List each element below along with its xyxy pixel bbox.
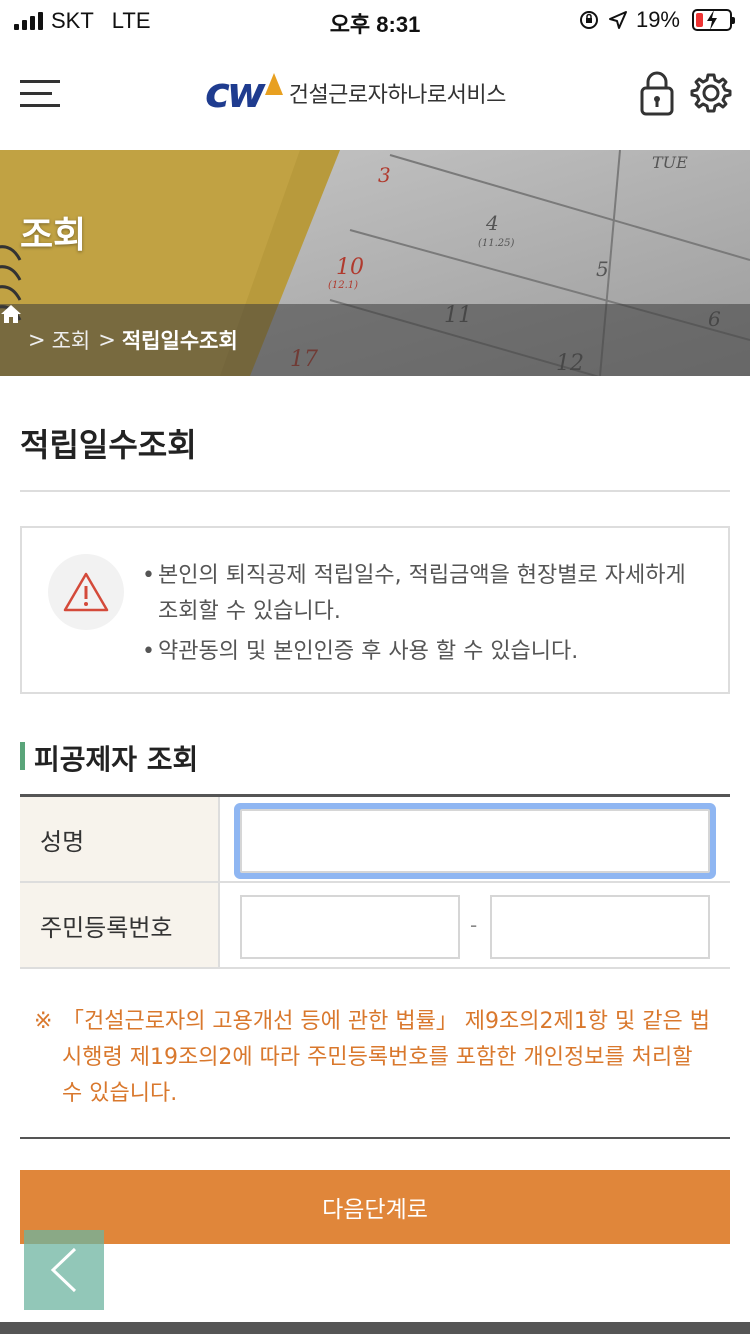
chevron-right-icon: > <box>28 328 46 352</box>
notice-box: 본인의 퇴직공제 적립일수, 적립금액을 현장별로 자세하게 조회할 수 있습니… <box>20 526 730 694</box>
svg-text:TUE: TUE <box>652 153 688 172</box>
breadcrumb-item-search[interactable]: 조회 <box>52 325 91 355</box>
form-row-name: 성명 <box>20 797 730 883</box>
menu-icon-bar <box>20 92 52 95</box>
rotation-lock-icon <box>579 11 598 29</box>
chevron-right-icon: > <box>98 328 116 352</box>
location-icon <box>608 11 627 29</box>
divider <box>20 490 730 492</box>
lock-button[interactable] <box>638 70 676 116</box>
form-row-rrn: 주민등록번호 - <box>20 883 730 969</box>
menu-icon-bar <box>20 104 60 107</box>
page-title: 적립일수조회 <box>20 426 197 464</box>
logo-accent-icon <box>264 73 283 95</box>
lock-icon <box>640 71 674 116</box>
battery-percent: 19% <box>635 7 680 32</box>
svg-text:10: 10 <box>336 255 364 280</box>
rrn-back-input[interactable] <box>490 895 710 959</box>
name-label: 성명 <box>20 797 220 881</box>
hero-title: 조회 <box>20 215 87 256</box>
menu-icon-bar <box>20 80 60 83</box>
logo-mark: cw <box>205 68 266 117</box>
svg-text:4: 4 <box>485 211 499 235</box>
battery-icon <box>692 9 735 31</box>
status-right: 19% <box>578 7 735 33</box>
lookup-form: 성명 주민등록번호 - <box>20 794 730 969</box>
home-icon[interactable] <box>0 304 22 324</box>
legal-notice-text: 「건설근로자의 고용개선 등에 관한 법률」 제9조의2제1항 및 같은 법 시… <box>62 1009 710 1106</box>
breadcrumb-item-current: 적립일수조회 <box>121 329 238 353</box>
menu-button[interactable] <box>20 78 62 110</box>
rrn-dash: - <box>470 913 478 937</box>
svg-text:(11.25): (11.25) <box>478 238 515 249</box>
status-bar: SKT LTE 오후 8:31 19% <box>0 0 750 42</box>
reference-mark: ※ <box>34 1009 53 1034</box>
breadcrumb: > 조회 > 적립일수조회 <box>0 304 750 376</box>
svg-text:5: 5 <box>596 257 609 281</box>
legal-notice: ※ 「건설근로자의 고용개선 등에 관한 법률」 제9조의2제1항 및 같은 법… <box>34 1004 714 1112</box>
app-header: cw 건설근로자하나로서비스 <box>0 42 750 150</box>
section-heading: 피공제자 조회 <box>20 738 198 778</box>
gear-icon <box>690 73 732 113</box>
notice-item: 약관동의 및 본인인증 후 사용 할 수 있습니다. <box>142 634 708 670</box>
settings-button[interactable] <box>690 72 732 114</box>
logo[interactable]: cw 건설근로자하나로서비스 <box>205 72 506 114</box>
notice-item: 본인의 퇴직공제 적립일수, 적립금액을 현장별로 자세하게 조회할 수 있습니… <box>142 558 708 630</box>
name-input[interactable] <box>240 809 710 873</box>
back-button[interactable] <box>24 1230 104 1310</box>
logo-text: 건설근로자하나로서비스 <box>288 83 507 108</box>
svg-text:(12.1): (12.1) <box>328 280 358 291</box>
divider <box>20 1137 730 1139</box>
rrn-field-cell: - <box>220 883 730 967</box>
rrn-label: 주민등록번호 <box>20 883 220 967</box>
name-field-cell <box>220 797 730 881</box>
hero-banner: 3 4 (11.25) 5 6 10 (12.1) 11 12 17 TUE 조… <box>0 150 750 376</box>
notice-list: 본인의 퇴직공제 적립일수, 적립금액을 현장별로 자세하게 조회할 수 있습니… <box>142 558 708 674</box>
rrn-front-input[interactable] <box>240 895 460 959</box>
warning-icon <box>48 554 124 630</box>
bottom-edge <box>0 1322 750 1334</box>
chevron-left-icon <box>50 1247 77 1293</box>
svg-text:3: 3 <box>378 163 391 187</box>
next-step-button[interactable]: 다음단계로 <box>20 1170 730 1244</box>
